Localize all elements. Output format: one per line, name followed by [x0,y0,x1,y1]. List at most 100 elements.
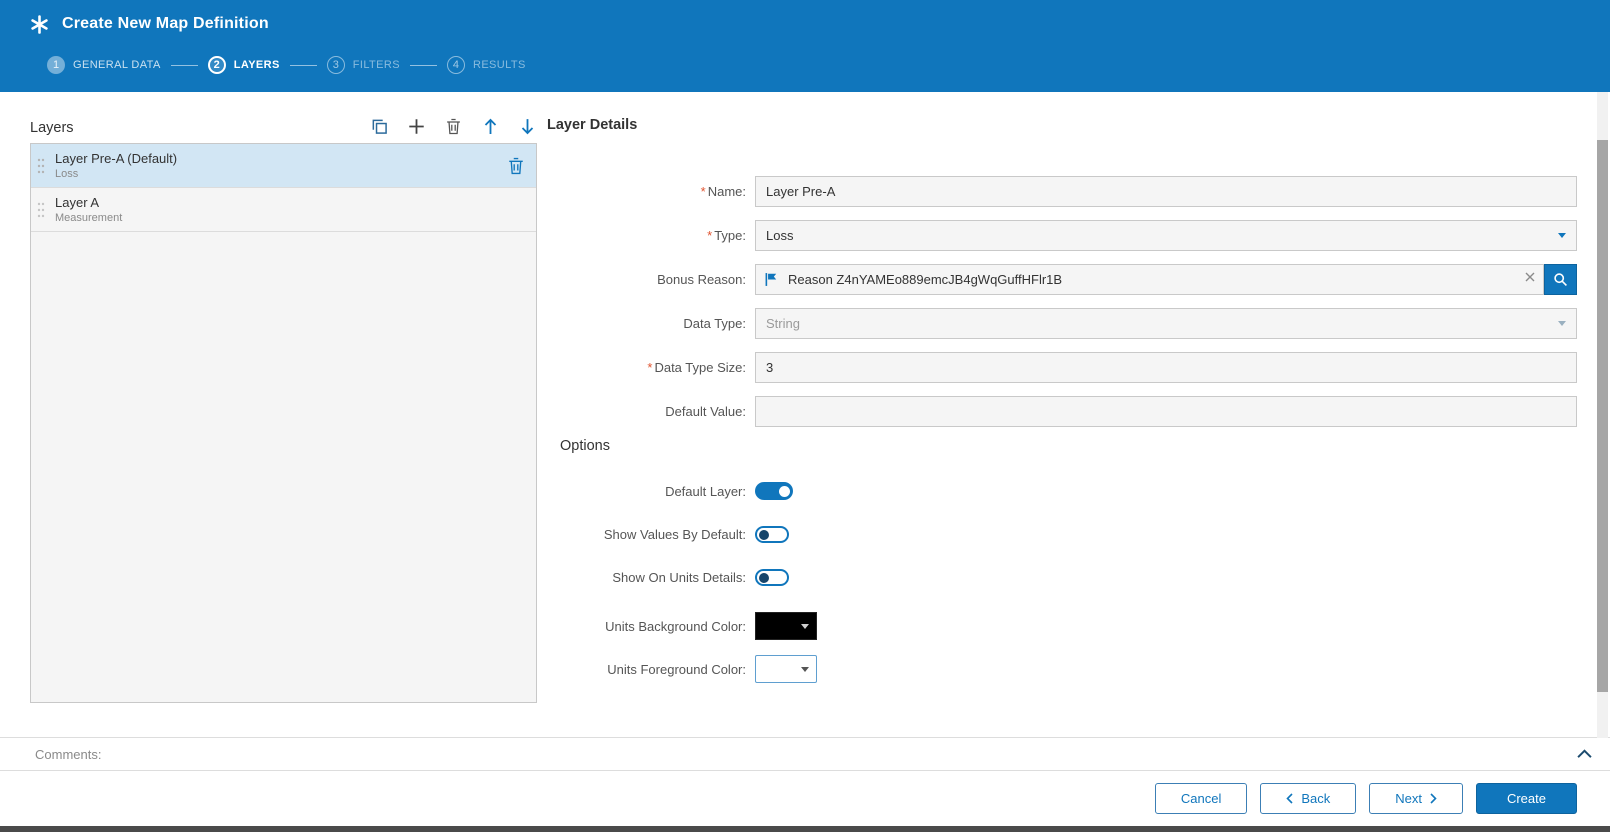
units-fg-color-label: Units Foreground Color: [547,662,755,677]
vertical-scrollbar[interactable] [1597,92,1608,738]
clear-icon[interactable] [1525,272,1535,282]
delete-layer-icon[interactable] [508,157,524,175]
bonus-reason-field-row: Bonus Reason: [547,264,1577,295]
bonus-reason-input[interactable] [755,264,1544,295]
layer-item-type: Loss [55,168,177,180]
default-value-field-row: Default Value: [547,396,1577,427]
wizard-step-results[interactable]: 4 RESULTS [447,56,526,74]
back-button[interactable]: Back [1260,783,1356,814]
step-number: 4 [447,56,465,74]
default-value-input[interactable] [755,396,1577,427]
chevron-down-icon [1547,308,1577,339]
step-number: 1 [47,56,65,74]
layer-details-title: Layer Details [547,117,637,133]
data-type-size-field-row: *Data Type Size: [547,352,1577,383]
show-values-row: Show Values By Default: [547,526,1577,543]
toggle-knob [759,573,769,583]
required-marker: * [647,360,652,375]
layer-item-type: Measurement [55,212,122,224]
window-bottom-edge [0,826,1610,832]
search-button[interactable] [1544,264,1577,295]
create-button[interactable]: Create [1476,783,1577,814]
type-field-row: *Type: [547,220,1577,251]
data-type-label: Data Type: [547,308,755,339]
step-label: FILTERS [353,59,400,71]
data-type-size-input[interactable] [755,352,1577,383]
units-bg-color-picker[interactable] [755,612,817,640]
move-up-icon[interactable] [480,116,500,136]
layer-item-info: Layer Pre-A (Default) Loss [55,151,177,180]
bonus-reason-label: Bonus Reason: [547,264,755,295]
chevron-down-icon[interactable] [1547,220,1577,251]
units-fg-color-row: Units Foreground Color: [547,655,1577,683]
type-select[interactable] [755,220,1577,251]
step-connector [171,65,198,66]
wizard-steps: 1 GENERAL DATA 2 LAYERS 3 FILTERS 4 RESU… [0,48,1610,82]
show-values-toggle[interactable] [755,526,789,543]
show-on-units-toggle[interactable] [755,569,789,586]
layer-item-info: Layer A Measurement [55,195,122,224]
chevron-down-icon [801,667,809,672]
step-number: 3 [327,56,345,74]
page-title: Create New Map Definition [62,15,269,33]
add-icon[interactable] [406,116,426,136]
step-label: GENERAL DATA [73,59,161,71]
show-on-units-row: Show On Units Details: [547,569,1577,586]
name-input[interactable] [755,176,1577,207]
default-layer-label: Default Layer: [547,484,755,499]
footer-actions: Cancel Back Next Create [0,771,1610,826]
cancel-button[interactable]: Cancel [1155,783,1247,814]
data-type-field-row: Data Type: [547,308,1577,339]
drag-handle-icon[interactable] [37,199,49,221]
units-bg-color-row: Units Background Color: [547,612,1577,640]
back-button-label: Back [1301,791,1330,806]
toggle-knob [759,530,769,540]
drag-handle-icon[interactable] [37,155,49,177]
layer-item-name: Layer Pre-A (Default) [55,151,177,166]
wizard-step-layers[interactable]: 2 LAYERS [208,56,280,74]
default-layer-toggle[interactable] [755,482,793,500]
header: Create New Map Definition 1 GENERAL DATA… [0,0,1610,92]
chevron-up-icon[interactable] [1577,749,1592,759]
layers-list: Layer Pre-A (Default) Loss Layer A Measu… [30,143,537,703]
move-down-icon[interactable] [517,116,537,136]
wizard-step-filters[interactable]: 3 FILTERS [327,56,400,74]
comments-section[interactable]: Comments: [0,737,1610,771]
next-button[interactable]: Next [1369,783,1463,814]
step-label: RESULTS [473,59,526,71]
scrollbar-thumb[interactable] [1597,140,1608,692]
name-label: *Name: [547,176,755,207]
data-type-size-label: *Data Type Size: [547,352,755,383]
copy-icon[interactable] [369,116,389,136]
layers-panel: Layers Layer Pre-A (Defaul [30,110,537,703]
layers-panel-title: Layers [30,120,74,136]
header-title-row: Create New Map Definition [0,0,1610,48]
step-number: 2 [208,56,226,74]
required-marker: * [701,184,706,199]
show-values-label: Show Values By Default: [547,527,755,542]
comments-label: Comments: [35,747,101,762]
options-section: Options Default Layer: Show Values By De… [547,438,1577,698]
layers-panel-header: Layers [30,110,537,136]
required-marker: * [707,228,712,243]
layer-item-name: Layer A [55,195,122,210]
flag-icon [764,272,779,292]
toggle-knob [779,486,790,497]
units-fg-color-picker[interactable] [755,655,817,683]
step-label: LAYERS [234,59,280,71]
create-button-label: Create [1507,791,1546,806]
options-title: Options [547,438,1577,454]
show-on-units-label: Show On Units Details: [547,570,755,585]
units-bg-color-label: Units Background Color: [547,619,755,634]
asterisk-icon [30,15,49,34]
wizard-step-general-data[interactable]: 1 GENERAL DATA [47,56,161,74]
layer-list-item[interactable]: Layer Pre-A (Default) Loss [31,144,536,188]
data-type-select [755,308,1577,339]
layers-toolbar [369,116,537,136]
delete-icon[interactable] [443,116,463,136]
next-button-label: Next [1395,791,1422,806]
chevron-right-icon [1430,793,1437,804]
type-label: *Type: [547,220,755,251]
layer-details-form: *Name: *Type: Bonus Reason: Data Type: [547,176,1577,440]
layer-list-item[interactable]: Layer A Measurement [31,188,536,232]
